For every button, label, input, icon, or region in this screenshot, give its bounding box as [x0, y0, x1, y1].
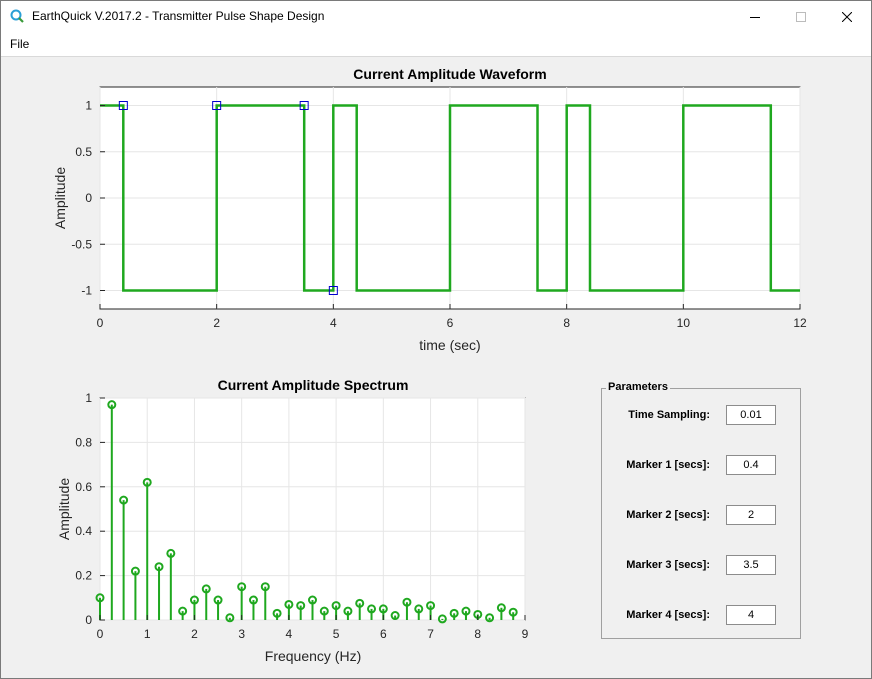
- waveform-x-tick-label: 12: [793, 316, 807, 330]
- spectrum-x-tick-label: 6: [380, 627, 387, 641]
- waveform-x-label: time (sec): [419, 337, 480, 353]
- marker-1-input[interactable]: [726, 455, 776, 475]
- waveform-x-tick-label: 4: [330, 316, 337, 330]
- spectrum-x-tick-label: 8: [474, 627, 481, 641]
- marker-4-label: Marker 4 [secs]:: [626, 609, 710, 621]
- waveform-y-tick-label: -0.5: [71, 237, 92, 251]
- spectrum-y-tick-label: 1: [85, 391, 92, 405]
- waveform-title: Current Amplitude Waveform: [353, 66, 546, 82]
- waveform-y-tick-label: -1: [81, 284, 92, 298]
- marker-1-label: Marker 1 [secs]:: [626, 459, 710, 471]
- marker-4-input[interactable]: [726, 605, 776, 625]
- spectrum-plot-area[interactable]: [99, 397, 526, 621]
- spectrum-x-tick-label: 1: [144, 627, 151, 641]
- waveform-chart: 0 2 4 6 8 10 12 1 0.5 0 -0.5 -1 Current Amplitude …: [52, 66, 807, 353]
- waveform-x-tick-label: 2: [213, 316, 220, 330]
- spectrum-y-tick-label: 0: [85, 613, 92, 627]
- spectrum-x-tick-label: 3: [238, 627, 245, 641]
- time-sampling-label: Time Sampling:: [628, 409, 710, 421]
- waveform-x-tick-label: 8: [563, 316, 570, 330]
- spectrum-x-tick-label: 5: [333, 627, 340, 641]
- spectrum-y-tick-label: 0.2: [75, 569, 92, 583]
- app-window: EarthQuick V.2017.2 - Transmitter Pulse …: [0, 0, 872, 679]
- spectrum-x-tick-label: 0: [97, 627, 104, 641]
- waveform-x-tick-label: 10: [677, 316, 691, 330]
- spectrum-x-tick-label: 2: [191, 627, 198, 641]
- time-sampling-input[interactable]: [726, 405, 776, 425]
- marker-3-label: Marker 3 [secs]:: [626, 559, 710, 571]
- spectrum-y-tick-label: 0.4: [75, 524, 92, 538]
- spectrum-title: Current Amplitude Spectrum: [218, 377, 409, 393]
- spectrum-y-tick-label: 0.6: [75, 480, 92, 494]
- marker-3-input[interactable]: [726, 555, 776, 575]
- marker-2-input[interactable]: [726, 505, 776, 525]
- waveform-x-tick-label: 0: [97, 316, 104, 330]
- marker-2-label: Marker 2 [secs]:: [626, 509, 710, 521]
- spectrum-chart: 0 1 2 3 4 5 6 7 8 9 1 0.8 0.6 0.4 0.2 0 Current Amplit…: [56, 377, 529, 664]
- waveform-y-tick-label: 0.5: [75, 145, 92, 159]
- spectrum-x-tick-label: 4: [286, 627, 293, 641]
- spectrum-x-label: Frequency (Hz): [265, 648, 361, 664]
- waveform-x-tick-label: 6: [447, 316, 454, 330]
- spectrum-x-tick-label: 9: [522, 627, 529, 641]
- parameters-panel: Parameters Time Sampling: Marker 1 [secs…: [601, 381, 801, 639]
- parameters-legend: Parameters: [606, 381, 670, 393]
- spectrum-y-tick-label: 0.8: [75, 435, 92, 449]
- waveform-y-label: Amplitude: [52, 167, 68, 229]
- waveform-y-tick-label: 1: [85, 99, 92, 113]
- spectrum-y-label: Amplitude: [56, 478, 72, 540]
- waveform-y-tick-label: 0: [85, 191, 92, 205]
- spectrum-x-tick-label: 7: [427, 627, 434, 641]
